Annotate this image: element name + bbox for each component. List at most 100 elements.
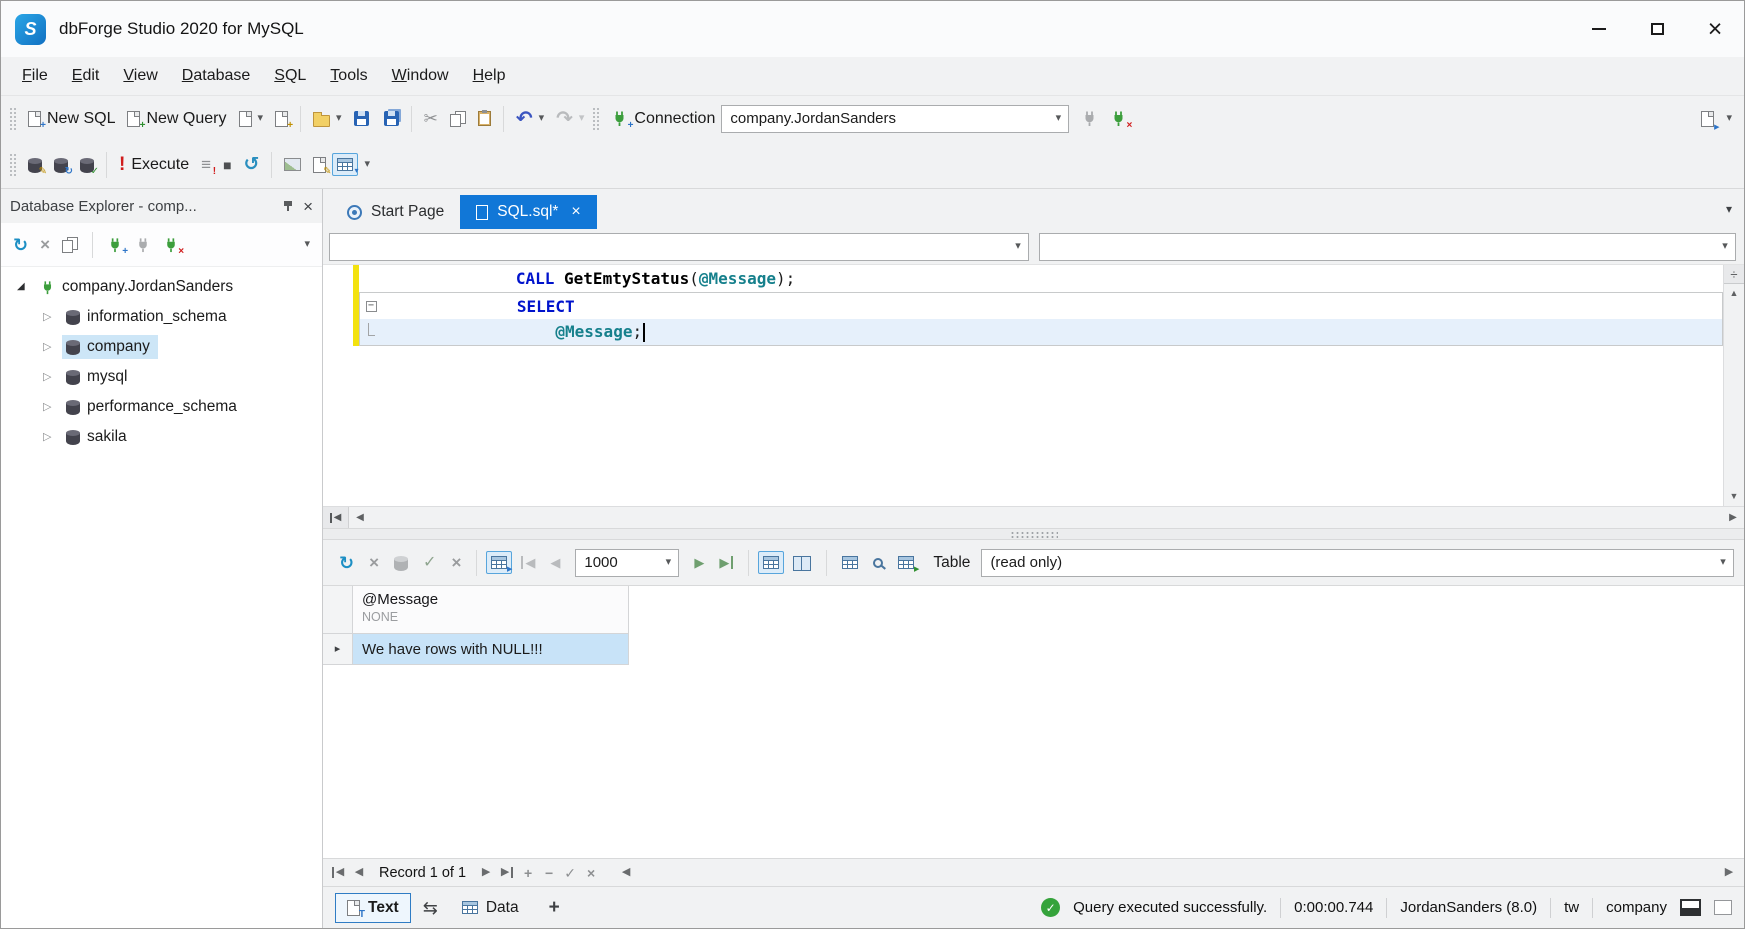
row-marker-cell[interactable]: ▸	[323, 634, 353, 665]
results-splitter[interactable]	[323, 528, 1744, 540]
save-button[interactable]	[348, 107, 375, 130]
chevron-down-icon[interactable]: ▾	[1713, 550, 1733, 576]
toolbar-grip[interactable]	[9, 107, 16, 131]
execute-to-grid-toggle[interactable]: ▾	[332, 153, 358, 176]
disconnect-button[interactable]: ×	[159, 233, 183, 257]
chevron-down-icon[interactable]: ▾	[258, 113, 264, 124]
connect-button[interactable]	[1075, 106, 1104, 131]
redo-button[interactable]: ↷ ▾	[550, 105, 590, 133]
tree-collapsed-icon[interactable]: ▷	[43, 432, 56, 443]
delete-object-button[interactable]: ×	[36, 232, 54, 257]
edit-database-button[interactable]: ✎	[22, 153, 48, 177]
editor-horizontal-scrollbar[interactable]: ◀ ◀ ▶	[323, 506, 1744, 528]
new-object-button[interactable]: +	[269, 107, 294, 131]
next-page-button[interactable]: ▶	[688, 552, 710, 573]
new-document-button[interactable]: ▾	[233, 107, 270, 131]
disconnect-button[interactable]: ×	[1104, 106, 1133, 131]
refresh-results-button[interactable]: ↻	[333, 550, 360, 576]
tree-node-connection[interactable]: ◢ company.JordanSanders	[1, 272, 322, 302]
document-combo-left[interactable]: ▾	[329, 233, 1029, 261]
execute-script-button[interactable]: ≡!	[195, 152, 217, 177]
toolbar-grip[interactable]	[9, 153, 16, 177]
scroll-down-button[interactable]: ▼	[1724, 487, 1744, 506]
new-query-button[interactable]: + New Query	[121, 106, 232, 132]
connection-combobox[interactable]: company.JordanSanders ▾	[721, 105, 1069, 133]
stop-refresh-button[interactable]: ×	[363, 550, 385, 575]
menu-sql[interactable]: SQL	[263, 61, 317, 91]
paste-button[interactable]	[472, 107, 497, 130]
new-connection-button[interactable]: +	[605, 106, 634, 131]
paging-mode-toggle[interactable]: ▶	[486, 551, 512, 574]
horizontal-scroll-track[interactable]	[371, 507, 1722, 528]
tree-node-database[interactable]: ▷ sakila	[1, 422, 322, 452]
execute-button[interactable]: ! Execute	[113, 151, 195, 178]
maximize-button[interactable]	[1628, 1, 1686, 57]
copy-button[interactable]	[444, 107, 472, 131]
sql-editor[interactable]: CALL GetEmtyStatus(@Message); − SELECT	[323, 265, 1744, 506]
layout-horizontal-icon[interactable]	[1680, 899, 1701, 916]
refresh-explorer-button[interactable]: ↻	[9, 232, 32, 258]
last-page-button[interactable]: ▶	[713, 552, 739, 573]
menu-database[interactable]: Database	[171, 61, 262, 91]
toolbar-overflow-button[interactable]: ▾	[1720, 109, 1738, 128]
menu-file[interactable]: File	[11, 61, 59, 91]
chevron-down-icon[interactable]: ▾	[539, 113, 545, 124]
grid-column-header[interactable]: @Message NONE	[353, 586, 629, 634]
query-profiler-button[interactable]	[278, 154, 307, 175]
cut-button[interactable]: ✂	[418, 106, 444, 131]
grid-cell-selected[interactable]: We have rows with NULL!!!	[353, 634, 629, 665]
open-file-button[interactable]: ▾	[307, 107, 348, 131]
undo-button[interactable]: ↶ ▾	[510, 105, 550, 133]
tree-node-database[interactable]: ▷ performance_schema	[1, 392, 322, 422]
tree-collapsed-icon[interactable]: ▷	[43, 372, 56, 383]
next-record-button[interactable]: ▶	[479, 867, 493, 878]
connect-button[interactable]	[131, 233, 155, 257]
tree-collapsed-icon[interactable]: ▷	[43, 402, 56, 413]
text-view-button[interactable]: T Text	[335, 893, 411, 923]
tab-list-chevron-icon[interactable]: ▾	[1726, 203, 1732, 215]
card-view-button[interactable]	[787, 552, 817, 573]
close-button[interactable]: ×	[1686, 1, 1744, 57]
pane-split-handle[interactable]: ◀	[323, 507, 349, 528]
chevron-down-icon[interactable]: ▾	[1008, 234, 1028, 260]
tree-node-database[interactable]: ▷ information_schema	[1, 302, 322, 332]
add-view-button[interactable]: +	[543, 898, 566, 917]
splitter-grip-icon[interactable]	[1010, 531, 1058, 538]
grid-scroll-left-button[interactable]: ◀	[619, 867, 633, 878]
save-all-button[interactable]	[375, 107, 405, 130]
table-mode-combobox[interactable]: (read only) ▾	[981, 549, 1734, 577]
column-chooser-button[interactable]	[836, 552, 864, 573]
edit-document-button[interactable]: ✎	[307, 153, 332, 177]
pin-icon[interactable]	[283, 199, 293, 214]
commit-changes-button[interactable]	[388, 551, 414, 575]
grid-corner-cell[interactable]	[323, 586, 353, 634]
toolbar-grip[interactable]	[592, 107, 599, 131]
new-connection-button[interactable]: +	[103, 233, 127, 257]
menu-window[interactable]: Window	[381, 61, 460, 91]
cancel-changes-button[interactable]: ×	[445, 550, 467, 575]
first-record-button[interactable]: ◀	[331, 867, 345, 878]
tab-start-page[interactable]: Start Page	[331, 195, 460, 229]
export-data-button[interactable]: ▶	[892, 552, 920, 573]
editor-split-handle[interactable]: ÷	[1724, 265, 1744, 284]
refresh-schema-button[interactable]: ↻	[48, 153, 74, 177]
stop-button[interactable]: ■	[217, 154, 237, 176]
chevron-down-icon[interactable]: ▾	[658, 550, 678, 576]
duplicate-object-button[interactable]	[58, 233, 82, 257]
collapse-region-icon[interactable]: −	[366, 301, 377, 312]
script-database-button[interactable]: ✓	[74, 153, 100, 177]
toolbar-overflow-button[interactable]: ▾	[358, 155, 376, 174]
previous-record-button[interactable]: ◀	[352, 867, 366, 878]
code-line-3-current[interactable]: @Message;	[323, 319, 1723, 346]
chevron-down-icon[interactable]: ▾	[1048, 106, 1068, 132]
chevron-down-icon[interactable]: ▾	[579, 113, 585, 124]
execution-history-button[interactable]: ↺	[238, 151, 266, 178]
chevron-down-icon[interactable]: ▾	[336, 113, 342, 124]
menu-edit[interactable]: Edit	[61, 61, 111, 91]
grid-scroll-right-button[interactable]: ▶	[1722, 867, 1736, 878]
previous-page-button[interactable]: ◀	[544, 552, 566, 573]
close-tab-icon[interactable]: ×	[571, 204, 580, 220]
first-page-button[interactable]: ◀	[515, 552, 541, 573]
editor-vertical-scrollbar[interactable]: ÷ ▲ ▼	[1723, 265, 1744, 506]
apply-changes-button[interactable]: ✓	[417, 551, 442, 575]
